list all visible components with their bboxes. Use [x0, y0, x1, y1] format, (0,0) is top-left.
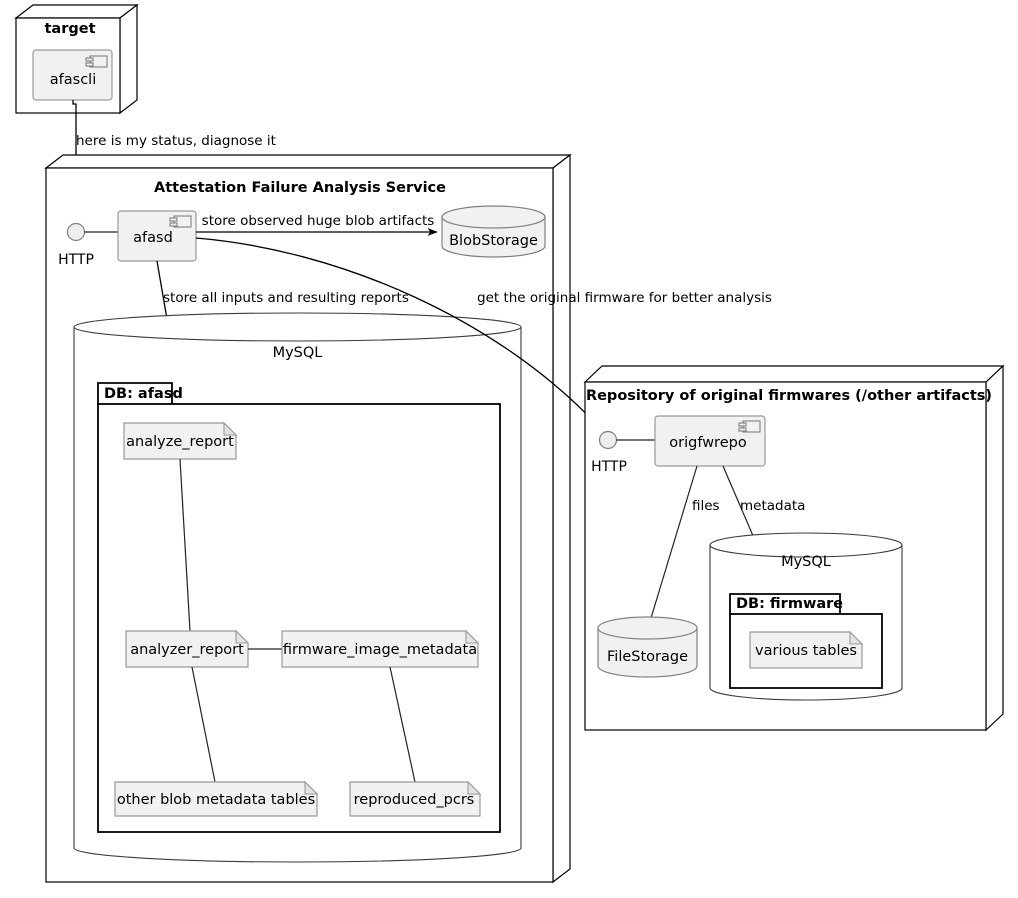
node-target-top-face — [14, 4, 139, 19]
interface-http-afas-circle — [66, 222, 86, 242]
database-afas-mysql-label: MySQL — [273, 345, 323, 361]
edge-afasd-to-repo-label: get the original firmware for better ana… — [477, 290, 772, 306]
node-repository-top-face — [583, 365, 1005, 383]
table-card-other-blob-metadata-tables[interactable]: other blob metadata tables — [114, 780, 319, 817]
component-afascli[interactable]: afascli — [32, 49, 113, 101]
component-afasd-label: afasd — [133, 230, 173, 246]
storage-blobstorage-label: BlobStorage — [449, 233, 538, 249]
table-card-reproduced-pcrs[interactable]: reproduced_pcrs — [349, 780, 482, 817]
component-origfwrepo-label: origfwrepo — [669, 435, 747, 451]
database-firmware-mysql-label: MySQL — [781, 554, 831, 570]
package-db-afasd[interactable]: DB: afasd analyze_report analyzer_report — [97, 382, 501, 833]
node-repository-side-face — [985, 364, 1004, 732]
interface-http-repo-label: HTTP — [591, 459, 627, 475]
table-card-firmware-image-metadata[interactable]: firmware_image_metadata — [281, 629, 480, 668]
table-card-analyzer-report[interactable]: analyzer_report — [125, 629, 250, 668]
table-card-firmware-image-metadata-label: firmware_image_metadata — [283, 642, 477, 658]
interface-http-afas-label: HTTP — [58, 252, 94, 268]
node-afas-title: Attestation Failure Analysis Service — [154, 180, 446, 196]
node-target-side-face — [119, 3, 138, 115]
uml-canvas: target afascli here is my status, diagno… — [14, 3, 1005, 884]
node-target-title: target — [44, 21, 95, 37]
node-afas-service[interactable]: Attestation Failure Analysis Service HTT… — [44, 153, 572, 884]
database-firmware-mysql[interactable]: MySQL DB: firmware various tables — [709, 532, 903, 701]
table-card-reproduced-pcrs-label: reproduced_pcrs — [354, 792, 475, 808]
table-card-other-blob-metadata-tables-label: other blob metadata tables — [117, 792, 315, 808]
node-repository[interactable]: Repository of original firmwares (/other… — [583, 364, 1005, 732]
component-icon — [738, 420, 761, 433]
package-db-afasd-body — [97, 403, 501, 833]
table-card-analyzer-report-label: analyzer_report — [130, 642, 244, 658]
package-db-afasd-label: DB: afasd — [104, 386, 183, 402]
node-afas-side-face — [552, 153, 571, 884]
storage-blobstorage-top — [441, 205, 546, 229]
node-repository-title: Repository of original firmwares (/other… — [586, 388, 992, 404]
table-card-various-tables-label: various tables — [755, 643, 857, 659]
edge-origfwrepo-to-filestorage-label: files — [692, 498, 720, 514]
table-card-analyze-report-label: analyze_report — [126, 434, 234, 450]
component-origfwrepo[interactable]: origfwrepo — [654, 415, 766, 467]
storage-filestorage-label: FileStorage — [607, 649, 688, 665]
edge-afasd-to-mysql-label: store all inputs and resulting reports — [163, 290, 409, 306]
storage-filestorage-top — [597, 616, 698, 640]
node-afas-top-face — [44, 154, 572, 169]
edge-origfwrepo-to-firmware-db-label: metadata — [740, 498, 805, 514]
component-icon — [169, 215, 192, 228]
component-icon — [85, 55, 108, 68]
table-card-analyze-report[interactable]: analyze_report — [123, 421, 238, 460]
package-db-firmware-label: DB: firmware — [736, 596, 843, 612]
database-afas-mysql[interactable]: MySQL DB: afasd analyze_report analyzer_… — [73, 312, 522, 863]
edge-target-to-afasd-label: here is my status, diagnose it — [76, 133, 276, 149]
component-afascli-label: afascli — [50, 72, 96, 88]
storage-blobstorage[interactable]: BlobStorage — [441, 205, 546, 258]
component-afasd[interactable]: afasd — [117, 210, 197, 262]
storage-filestorage[interactable]: FileStorage — [597, 616, 698, 678]
edge-afasd-to-blobstorage-label: store observed huge blob artifacts — [202, 213, 435, 229]
deployment-diagram: target afascli here is my status, diagno… — [0, 0, 1018, 898]
table-card-various-tables[interactable]: various tables — [749, 630, 864, 669]
interface-http-repo-circle — [598, 430, 618, 450]
node-target[interactable]: target afascli — [14, 3, 139, 115]
